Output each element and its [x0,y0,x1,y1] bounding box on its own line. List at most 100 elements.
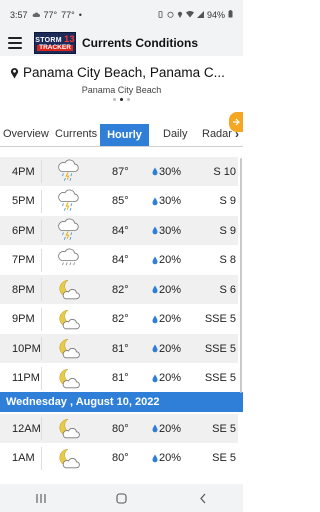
wind: SSE 5 [204,372,236,384]
tab-bar: Overview Currents Hourly Daily Radar › [0,121,243,147]
precip-chance: 30% [159,224,182,237]
raindrop-icon [152,315,158,323]
location-subtitle: Panama City Beach [81,85,162,95]
status-dot: • [78,10,82,20]
page-dot [127,98,130,101]
moon-cloud-icon [59,279,80,300]
hourly-row[interactable]: 1AM 80° 20% SE 5 [0,444,238,473]
raindrop-icon [152,344,158,353]
hourly-row[interactable]: 7PM 84° 20% S 8 [0,246,238,275]
hourly-row[interactable]: 5PM 85° 30% S 9 [0,187,238,216]
temperature: 81° [112,372,129,384]
hour-label: 7PM [12,254,35,266]
home-button[interactable] [107,488,137,508]
wind: S 9 [219,224,236,237]
row-divider [41,337,42,360]
home-icon [116,492,127,504]
hour-label: 5PM [12,195,35,207]
moon-cloud-icon [59,418,80,439]
page-dot-active [120,98,123,101]
tab-overview[interactable]: Overview [3,128,49,146]
wind: S 6 [219,283,236,296]
raindrop-icon [152,285,158,294]
hourly-row[interactable]: 12AM 80° 20% SE 5 [0,414,238,443]
chevron-right-icon[interactable]: › [235,127,239,141]
raindrop-icon [152,226,158,235]
cloud-showers-icon [58,248,79,265]
date-section-header: Wednesday , August 10, 2022 [0,392,243,412]
hour-label: 4PM [12,165,35,178]
status-temp-a: 77° [43,10,58,20]
temperature: 82° [112,313,129,325]
row-divider [41,189,42,213]
status-bar: 3:57 77° 77° • 94% [0,0,243,30]
hourly-row[interactable]: 8PM 82° 20% S 6 [0,275,238,304]
row-divider [41,248,42,272]
raindrop-icon [152,256,158,264]
weather-status-icon [32,11,40,20]
row-divider [41,446,42,470]
cloud-thunder-rain-icon [58,189,79,211]
back-button[interactable] [188,488,218,508]
raindrop-icon [152,374,158,382]
back-icon [199,493,205,503]
recent-apps-button[interactable] [26,488,56,508]
precip-chance: 20% [159,422,182,435]
raindrop-icon [152,424,158,433]
tab-radar[interactable]: Radar [202,128,232,146]
hourly-row[interactable]: 6PM 84° 30% S 9 [0,216,238,245]
tab-daily[interactable]: Daily [163,128,187,146]
app-bar: STORM 13 TRACKER Currents Conditions [0,30,243,56]
moon-cloud-icon [59,448,80,468]
precip-chance: 20% [159,283,182,296]
temperature: 80° [112,422,129,435]
hourly-row[interactable]: 11PM 81° 20% SSE 5 [0,364,238,393]
tab-currents[interactable]: Currents [55,128,97,146]
battery-icon [228,10,233,20]
page-title: Currents Conditions [82,36,198,50]
location-selector[interactable]: Panama City Beach, Panama C... [10,65,225,80]
wind: SSE 5 [204,313,236,325]
hour-label: 1AM [12,452,35,464]
hour-label: 11PM [12,372,40,384]
menu-icon[interactable] [8,37,22,49]
wind: S 9 [219,195,236,207]
temperature: 82° [112,283,129,296]
location-status-icon [177,11,183,20]
hour-label: 9PM [12,313,35,325]
row-divider [41,417,42,440]
temperature: 85° [112,195,129,207]
row-divider [41,160,42,183]
wind: S 10 [213,165,236,178]
temperature: 84° [112,224,129,237]
status-time: 3:57 [10,10,28,20]
precip-chance: 20% [159,372,182,384]
row-divider [41,278,42,301]
signal-icon [196,10,204,20]
temperature: 84° [112,254,129,266]
cloud-thunder-rain-icon [58,159,79,181]
hourly-row[interactable]: 9PM 82° 20% SSE 5 [0,305,238,334]
wind: S 8 [219,254,236,266]
raindrop-icon [152,454,158,462]
location-pin-icon [10,67,19,78]
hourly-row[interactable]: 10PM 81° 20% SSE 5 [0,334,238,363]
cloud-thunder-rain-icon [58,218,79,240]
page-dot [113,98,116,101]
moon-cloud-icon [59,368,80,388]
wifi-icon [185,10,194,20]
row-divider [41,366,42,390]
temperature: 87° [112,165,129,178]
hourly-row[interactable]: 4PM 87° 30% S 10 [0,157,238,186]
row-divider [41,307,42,331]
scrollbar[interactable] [240,158,242,393]
system-nav-bar [0,484,243,512]
storm-tracker-logo: STORM 13 TRACKER [34,32,76,54]
tab-hourly[interactable]: Hourly [100,124,149,146]
location-name: Panama City Beach, Panama C... [23,65,225,80]
temperature: 80° [112,452,129,464]
status-temp-b: 77° [61,10,75,20]
hour-label: 6PM [12,224,35,237]
precip-chance: 20% [159,313,182,325]
raindrop-icon [152,167,158,176]
